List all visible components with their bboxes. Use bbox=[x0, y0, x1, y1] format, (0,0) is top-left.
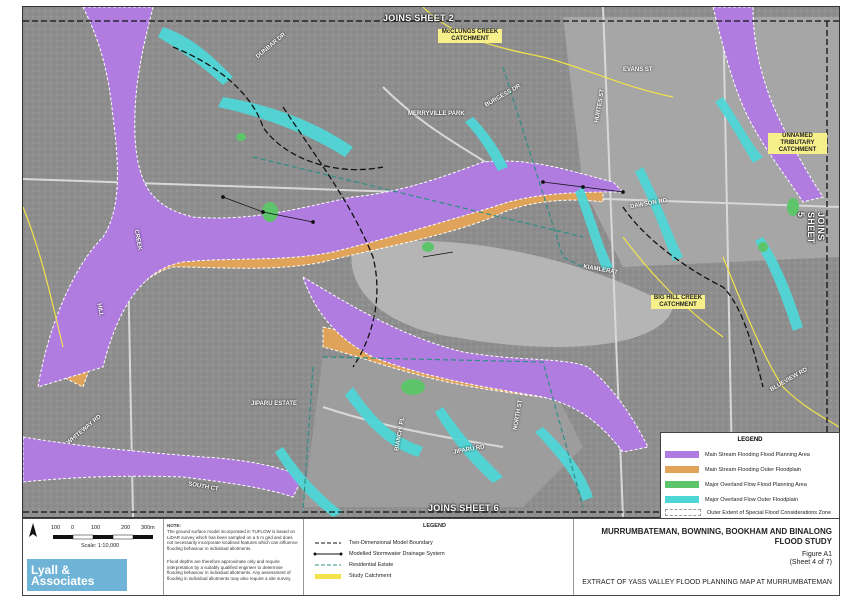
catchment-label-bighill: BIG HILL CREEK CATCHMENT bbox=[651, 295, 705, 309]
joins-sheet-bottom: JOINS SHEET 6 bbox=[428, 503, 499, 513]
legend-swatch bbox=[665, 509, 701, 516]
legend-item: Outer Extent of Special Flood Considerat… bbox=[665, 509, 831, 517]
legend-label: Modelled Stormwater Drainage System bbox=[349, 551, 445, 557]
note-title: NOTE: bbox=[167, 523, 181, 528]
catchment-label-unnamed: UNNAMED TRIBUTARY CATCHMENT bbox=[768, 133, 827, 154]
company-logo: Lyall & Associates bbox=[27, 559, 127, 591]
legend-swatch bbox=[665, 481, 699, 488]
legend-label: Residential Estate bbox=[349, 562, 394, 568]
north-arrow-icon bbox=[29, 523, 37, 537]
legend-item: Major Overland Flow Outer Floodplain bbox=[665, 496, 798, 504]
scale-tick: 300m bbox=[141, 525, 155, 531]
map-subtitle: EXTRACT OF YASS VALLEY FLOOD PLANNING MA… bbox=[582, 579, 832, 586]
legend-item: Main Stream Flooding Outer Floodplain bbox=[665, 466, 801, 474]
map-legend: LEGEND Main Stream Flooding Flood Planni… bbox=[660, 432, 840, 520]
note-text: Flood depths are therefore approximate o… bbox=[167, 559, 292, 581]
figure-frame: JOINS SHEET 2 JOINS SHEET 5 McCLUNGS CRE… bbox=[0, 0, 855, 600]
legend-symbols bbox=[313, 542, 343, 579]
title-section: MURRUMBATEMAN, BOWNING, BOOKHAM AND BINA… bbox=[573, 519, 838, 595]
legend-swatch bbox=[665, 451, 699, 458]
joins-sheet-right: JOINS SHEET 5 bbox=[796, 212, 826, 244]
legend-title: LEGEND bbox=[423, 523, 446, 529]
study-subtitle: FLOOD STUDY bbox=[774, 537, 832, 546]
area-label-merryville: MERRYVILLE PARK bbox=[408, 111, 465, 117]
area-label-jiparu: JIPARU ESTATE bbox=[251, 401, 298, 407]
legend-label: Major Overland Flow Outer Floodplain bbox=[705, 496, 798, 503]
legend-item: Main Stream Flooding Flood Planning Area bbox=[665, 451, 810, 459]
figure-number: Figure A1 bbox=[802, 551, 832, 558]
joins-sheet-top: JOINS SHEET 2 bbox=[383, 13, 454, 23]
legend-label: Outer Extent of Special Flood Considerat… bbox=[707, 509, 832, 516]
scale-tick: 0 bbox=[71, 525, 75, 531]
legend-label: Study Catchment bbox=[349, 573, 392, 579]
legend-label: Major Overland Flow Flood Planning Area bbox=[705, 481, 807, 488]
scale-logo-section: 100 0 100 200 300m Scale: 1:10,000 Lyall… bbox=[23, 519, 164, 595]
legend-swatch bbox=[665, 466, 699, 473]
catchment-label-mcclungs: McCLUNGS CREEK CATCHMENT bbox=[438, 29, 502, 43]
study-title: MURRUMBATEMAN, BOWNING, BOOKHAM AND BINA… bbox=[601, 527, 832, 536]
scale-tick: 200 bbox=[121, 525, 131, 531]
road-label: EVANS ST bbox=[623, 67, 653, 73]
legend-label: Two-Dimensional Model Boundary bbox=[349, 540, 433, 546]
legend-item: Major Overland Flow Flood Planning Area bbox=[665, 481, 807, 489]
sheet-number: (Sheet 4 of 7) bbox=[789, 559, 832, 566]
scale-tick: 100 bbox=[91, 525, 101, 531]
title-block: 100 0 100 200 300m Scale: 1:10,000 Lyall… bbox=[22, 518, 840, 596]
legend-label: Main Stream Flooding Flood Planning Area bbox=[705, 451, 810, 458]
scale-text: Scale: 1:10,000 bbox=[81, 543, 120, 549]
logo-text: Lyall & Associates bbox=[31, 563, 95, 588]
secondary-legend: LEGEND Two-Dimensional Model Boundary Mo… bbox=[303, 519, 574, 595]
note-text: The ground surface model incorporated in… bbox=[167, 529, 298, 551]
legend-swatch bbox=[665, 496, 699, 503]
legend-label: Main Stream Flooding Outer Floodplain bbox=[705, 466, 801, 473]
notes-section: NOTE: The ground surface model incorpora… bbox=[163, 519, 304, 595]
scale-tick: 100 bbox=[51, 525, 61, 531]
legend-title: LEGEND bbox=[737, 437, 763, 443]
